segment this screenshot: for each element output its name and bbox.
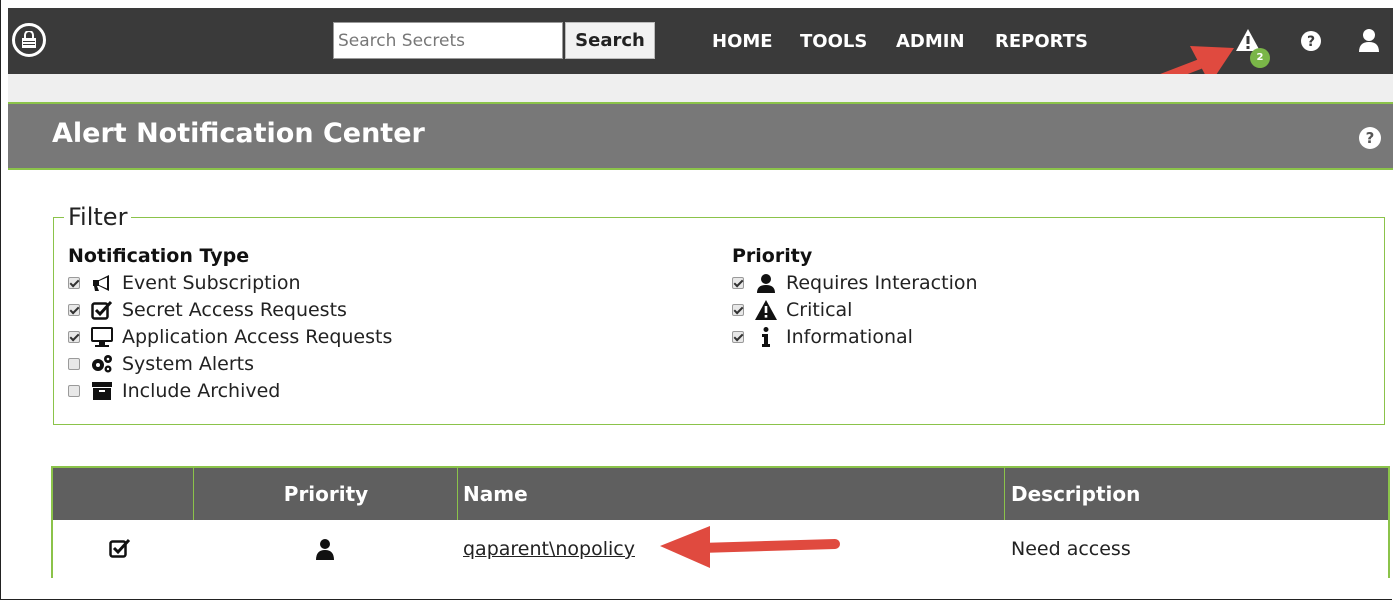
- page-title: Alert Notification Center: [52, 118, 425, 149]
- warning-icon: [754, 299, 778, 321]
- logo-icon[interactable]: [12, 23, 46, 57]
- nav-home-link[interactable]: HOME: [712, 31, 773, 52]
- column-header-description[interactable]: Description: [1011, 468, 1140, 520]
- user-icon: [315, 538, 335, 560]
- filter-informational: Informational: [732, 323, 978, 350]
- priority-title: Priority: [732, 245, 813, 267]
- megaphone-icon: [90, 272, 114, 294]
- search-input[interactable]: [333, 22, 563, 59]
- application-access-requests-checkbox[interactable]: [68, 330, 80, 343]
- requires-interaction-label: Requires Interaction: [786, 271, 978, 294]
- filter-application-access-requests: Application Access Requests: [68, 323, 392, 350]
- event-subscription-label: Event Subscription: [122, 271, 301, 294]
- notification-description: Need access: [1011, 538, 1131, 560]
- system-alerts-checkbox[interactable]: [68, 357, 80, 370]
- svg-text:?: ?: [1366, 129, 1375, 147]
- filter-secret-access-requests: Secret Access Requests: [68, 296, 392, 323]
- archive-icon: [90, 380, 114, 402]
- secret-access-requests-label: Secret Access Requests: [122, 298, 347, 321]
- application-access-requests-label: Application Access Requests: [122, 325, 393, 348]
- requires-interaction-checkbox[interactable]: [732, 276, 744, 289]
- info-icon: [754, 326, 778, 348]
- notification-type-title: Notification Type: [68, 245, 250, 267]
- gears-icon: [90, 353, 114, 375]
- critical-label: Critical: [786, 298, 853, 321]
- column-header-select: [53, 468, 193, 520]
- nav-reports-link[interactable]: REPORTS: [995, 31, 1088, 52]
- priority-group: Priority Requires Interaction Critical I…: [732, 245, 978, 350]
- filter-system-alerts: System Alerts: [68, 350, 392, 377]
- filter-event-subscription: Event Subscription: [68, 269, 392, 296]
- table-header: Priority Name Description: [53, 468, 1388, 520]
- subnav-strip: [8, 74, 1393, 104]
- help-icon[interactable]: ?: [1300, 30, 1322, 56]
- user-icon: [754, 272, 778, 294]
- column-header-name[interactable]: Name: [463, 468, 528, 520]
- event-subscription-checkbox[interactable]: [68, 276, 80, 289]
- nav-admin-link[interactable]: ADMIN: [896, 31, 965, 52]
- notification-name-link[interactable]: qaparent\nopolicy: [463, 538, 635, 560]
- page-header: Alert Notification Center ?: [8, 104, 1393, 170]
- system-alerts-label: System Alerts: [122, 352, 255, 375]
- search-button[interactable]: Search: [565, 22, 655, 59]
- monitor-icon: [90, 326, 114, 348]
- page-help-icon[interactable]: ?: [1358, 126, 1382, 154]
- annotation-arrow-name-link: [660, 526, 840, 568]
- secret-access-requests-checkbox[interactable]: [68, 303, 80, 316]
- user-account-icon[interactable]: [1358, 28, 1380, 56]
- checkbox-icon: [109, 538, 131, 560]
- svg-text:?: ?: [1307, 34, 1315, 50]
- column-header-priority[interactable]: Priority: [194, 468, 458, 520]
- nav-tools-link[interactable]: TOOLS: [800, 31, 867, 52]
- column-divider: [1004, 468, 1005, 520]
- alert-count-badge: 2: [1250, 48, 1270, 68]
- include-archived-label: Include Archived: [122, 379, 281, 402]
- filter-legend: Filter: [68, 203, 128, 231]
- filter-include-archived: Include Archived: [68, 377, 392, 404]
- informational-checkbox[interactable]: [732, 330, 744, 343]
- notification-type-group: Notification Type Event Subscription Sec…: [68, 245, 392, 404]
- critical-checkbox[interactable]: [732, 303, 744, 316]
- checkbox-icon: [90, 299, 114, 321]
- filter-critical: Critical: [732, 296, 978, 323]
- filter-requires-interaction: Requires Interaction: [732, 269, 978, 296]
- column-divider: [457, 468, 458, 520]
- informational-label: Informational: [786, 325, 913, 348]
- include-archived-checkbox[interactable]: [68, 384, 80, 397]
